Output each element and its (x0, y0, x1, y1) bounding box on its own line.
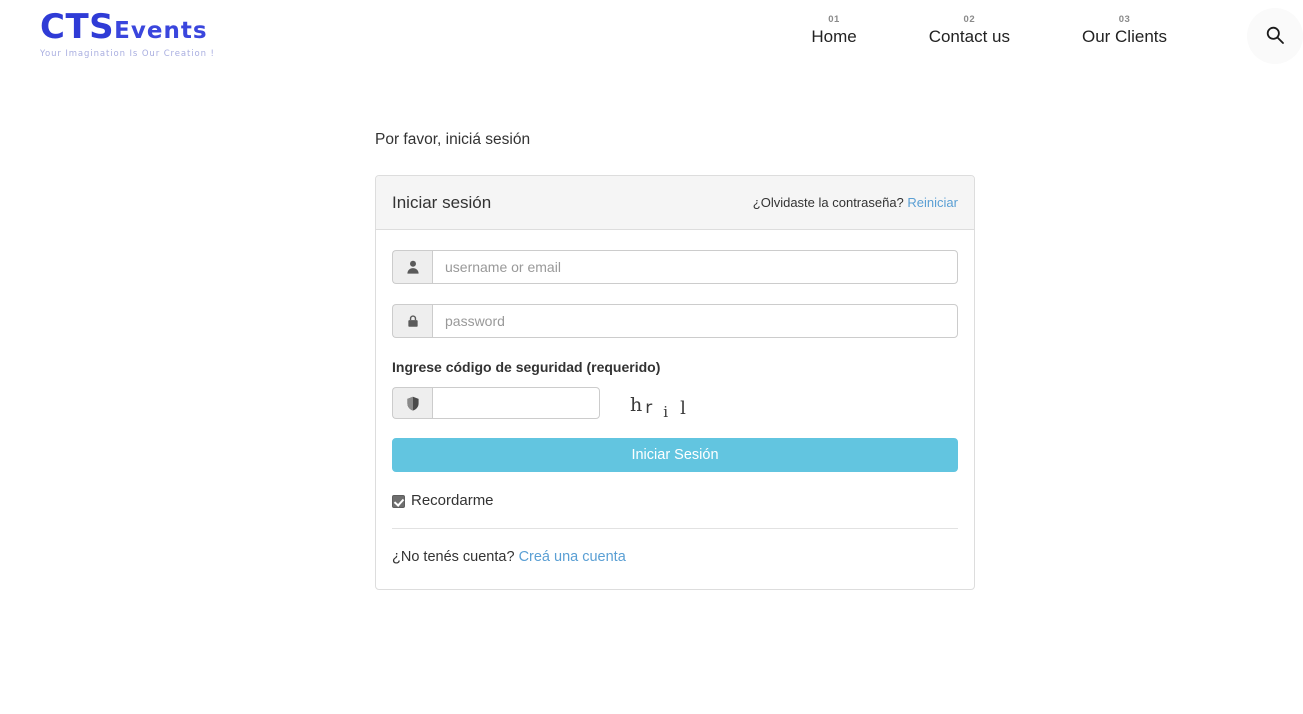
logo-wordmark: CTSEvents (40, 10, 240, 48)
username-field-group (392, 250, 958, 284)
login-card-title: Iniciar sesión (392, 192, 492, 212)
remember-me-row: Recordarme (392, 492, 958, 528)
signup-prompt-text: ¿No tenés cuenta? (392, 549, 515, 565)
nav-item-home-label: Home (811, 27, 857, 46)
site-header: CTSEvents Your Imagination Is Our Creati… (0, 0, 1303, 72)
captcha-row: h r i l (392, 386, 958, 421)
main-navigation: 01 Home 02 Contact us 03 Our Clients (775, 14, 1203, 47)
login-card-header: Iniciar sesión ¿Olvidaste la contraseña?… (376, 176, 974, 230)
password-field-group (392, 304, 958, 338)
nav-item-home-number: 01 (828, 14, 840, 25)
user-icon (392, 250, 432, 284)
login-card: Iniciar sesión ¿Olvidaste la contraseña?… (375, 175, 975, 590)
reset-password-link[interactable]: Reiniciar (907, 195, 958, 210)
forgot-password-text: ¿Olvidaste la contraseña? (752, 194, 904, 210)
page-lead-text: Por favor, iniciá sesión (375, 131, 531, 148)
nav-item-contact-us[interactable]: 02 Contact us (893, 14, 1046, 47)
forgot-password-block: ¿Olvidaste la contraseña? Reiniciar (753, 194, 958, 212)
login-submit-button[interactable]: Iniciar Sesión (392, 438, 958, 472)
site-logo[interactable]: CTSEvents Your Imagination Is Our Creati… (40, 10, 240, 60)
logo-brand-secondary: Events (114, 18, 208, 44)
nav-item-contact-us-label: Contact us (928, 27, 1010, 46)
remember-me-label[interactable]: Recordarme (411, 492, 494, 510)
captcha-input[interactable] (432, 387, 600, 419)
password-input[interactable] (432, 304, 958, 338)
nav-item-our-clients[interactable]: 03 Our Clients (1046, 14, 1203, 47)
login-page-content: Por favor, iniciá sesión Iniciar sesión … (375, 130, 975, 590)
username-input[interactable] (432, 250, 958, 284)
login-card-body: Ingrese código de seguridad (requerido) … (376, 230, 974, 529)
captcha-char-1: h (630, 394, 643, 416)
nav-item-our-clients-number: 03 (1118, 14, 1131, 25)
captcha-char-2: r (645, 398, 653, 418)
create-account-link[interactable]: Creá una cuenta (519, 549, 626, 565)
shield-icon (392, 387, 432, 419)
captcha-label: Ingrese código de seguridad (requerido) (392, 359, 661, 375)
captcha-image: h r i l (630, 386, 740, 421)
logo-brand-primary: CTS (40, 7, 115, 47)
remember-me-checkbox[interactable] (392, 494, 405, 508)
search-icon (1265, 25, 1285, 48)
login-card-footer: ¿No tenés cuenta? Creá una cuenta (376, 529, 974, 589)
lock-icon (392, 304, 432, 338)
nav-item-home[interactable]: 01 Home (775, 14, 892, 47)
captcha-char-4: l (680, 398, 686, 419)
search-button[interactable] (1247, 8, 1303, 64)
captcha-field-group (392, 387, 600, 419)
logo-tagline: Your Imagination Is Our Creation ! (40, 49, 215, 59)
captcha-char-3: i (663, 403, 669, 421)
nav-item-contact-us-number: 02 (963, 14, 976, 25)
nav-item-our-clients-label: Our Clients (1081, 27, 1167, 46)
